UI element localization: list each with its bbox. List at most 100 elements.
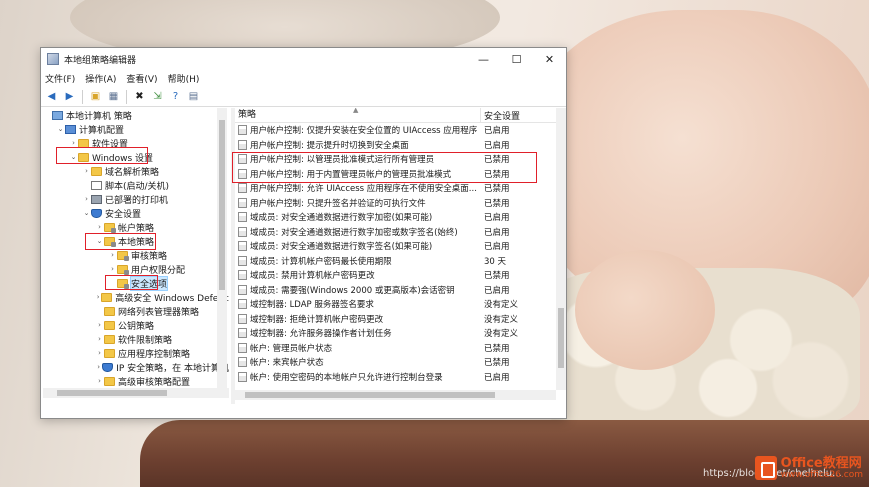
list-horizontal-scrollbar[interactable] <box>235 390 556 400</box>
tree-item[interactable]: › 软件限制策略 <box>43 332 229 346</box>
table-row[interactable]: 用户帐户控制: 允许 UIAccess 应用程序在不使用安全桌面... 已禁用 <box>235 181 566 196</box>
maximize-button[interactable]: ☐ <box>500 48 533 70</box>
chevron-right-icon[interactable]: › <box>95 363 102 371</box>
table-row[interactable]: 域控制器: LDAP 服务器签名要求 没有定义 <box>235 297 566 312</box>
export-icon[interactable]: ⇲ <box>150 89 165 104</box>
tree-item[interactable]: › 高级安全 Windows Defenc <box>43 290 229 304</box>
tree-item[interactable]: › 审核策略 <box>43 248 229 262</box>
policy-setting-icon <box>238 183 247 194</box>
minimize-button[interactable]: — <box>467 48 500 70</box>
table-row[interactable]: 用户帐户控制: 提示提升时切换到安全桌面 已启用 <box>235 138 566 153</box>
table-row[interactable]: 域成员: 对安全通道数据进行数字签名(如果可能) 已启用 <box>235 239 566 254</box>
policy-name: 域成员: 计算机帐户密码最长使用期限 <box>250 256 392 267</box>
table-row[interactable]: 用户帐户控制: 只提升签名并验证的可执行文件 已禁用 <box>235 196 566 211</box>
chevron-right-icon[interactable]: › <box>95 335 104 343</box>
menu-action[interactable]: 操作(A) <box>85 72 116 85</box>
menu-help[interactable]: 帮助(H) <box>168 72 200 85</box>
tree-item[interactable]: 脚本(启动/关机) <box>43 178 229 192</box>
tree-item[interactable]: ⌄ 本地策略 <box>43 234 229 248</box>
tree-item[interactable]: › 域名解析策略 <box>43 164 229 178</box>
table-row[interactable]: 域控制器: 拒绝计算机帐户密码更改 没有定义 <box>235 312 566 327</box>
show-hide-tree-icon[interactable]: ▦ <box>106 89 121 104</box>
chevron-right-icon[interactable]: › <box>95 377 104 385</box>
table-row[interactable]: 帐户: 管理员帐户状态 已禁用 <box>235 341 566 356</box>
chevron-down-icon[interactable]: ⌄ <box>95 237 104 245</box>
chevron-right-icon[interactable]: › <box>95 349 104 357</box>
policy-setting-icon <box>238 342 247 353</box>
policy-name: 用户帐户控制: 提示提升时切换到安全桌面 <box>250 140 409 151</box>
security-setting-value: 已启用 <box>484 126 510 137</box>
menu-view[interactable]: 查看(V) <box>126 72 157 85</box>
table-row[interactable]: 帐户: 使用空密码的本地帐户只允许进行控制台登录 已启用 <box>235 370 566 385</box>
security-setting-value: 已禁用 <box>484 155 510 166</box>
chevron-right-icon[interactable]: › <box>108 265 117 273</box>
tree-item[interactable]: › 已部署的打印机 <box>43 192 229 206</box>
tree-item[interactable]: › 高级审核策略配置 <box>43 374 229 388</box>
chevron-right-icon[interactable]: › <box>82 195 91 203</box>
chevron-down-icon[interactable]: ⌄ <box>82 209 91 217</box>
tree-item[interactable]: 安全选项 <box>43 275 229 291</box>
table-row[interactable]: 域成员: 对安全通道数据进行数字加密或数字签名(始终) 已启用 <box>235 225 566 240</box>
folder-icon <box>104 334 115 344</box>
table-row[interactable]: 域成员: 计算机帐户密码最长使用期限 30 天 <box>235 254 566 269</box>
chevron-right-icon[interactable]: › <box>82 167 91 175</box>
table-row[interactable]: 用户帐户控制: 用于内置管理员帐户的管理员批准模式 已禁用 <box>235 167 566 182</box>
tree-item-label: 用户权限分配 <box>131 265 186 276</box>
list-vertical-scroll-thumb[interactable] <box>558 308 564 368</box>
properties-icon[interactable]: ▤ <box>186 89 201 104</box>
tree-item-label: Windows 设置 <box>92 153 154 164</box>
tree-item[interactable]: › 软件设置 <box>43 136 229 150</box>
chevron-right-icon[interactable]: › <box>95 321 104 329</box>
menu-file[interactable]: 文件(F) <box>45 72 75 85</box>
back-icon[interactable]: ◀ <box>44 89 59 104</box>
policy-name-cell: 帐户: 使用空密码的本地帐户只允许进行控制台登录 <box>235 371 481 383</box>
tree-item[interactable]: › 应用程序控制策略 <box>43 346 229 360</box>
column-header-setting[interactable]: 安全设置 <box>481 109 520 122</box>
tree-vertical-scrollbar[interactable] <box>217 108 227 388</box>
tree-item[interactable]: 网络列表管理器策略 <box>43 304 229 318</box>
tree-item[interactable]: › 帐户策略 <box>43 220 229 234</box>
tree-horizontal-scrollbar[interactable] <box>43 388 229 398</box>
table-row[interactable]: 域成员: 需要强(Windows 2000 或更高版本)会话密钥 已启用 <box>235 283 566 298</box>
chevron-down-icon[interactable]: ⌄ <box>69 153 78 161</box>
tree-item[interactable]: 本地计算机 策略 <box>43 108 229 122</box>
tree-item[interactable]: › 用户权限分配 <box>43 262 229 276</box>
policy-setting-icon <box>238 255 247 266</box>
policy-name-cell: 用户帐户控制: 提示提升时切换到安全桌面 <box>235 139 481 151</box>
security-setting-value: 已启用 <box>484 242 510 253</box>
tree-item[interactable]: › IP 安全策略，在 本地计算机 <box>43 360 229 374</box>
list-vertical-scrollbar[interactable] <box>556 108 566 390</box>
table-row[interactable]: 用户帐户控制: 以管理员批准模式运行所有管理员 已禁用 <box>235 152 566 167</box>
table-row[interactable]: 域控制器: 允许服务器操作者计划任务 没有定义 <box>235 326 566 341</box>
gpedit-window: 本地组策略编辑器 — ☐ ✕ 文件(F) 操作(A) 查看(V) 帮助(H) ◀… <box>40 47 567 419</box>
table-row[interactable]: 用户帐户控制: 仅提升安装在安全位置的 UIAccess 应用程序 已启用 <box>235 123 566 138</box>
tree-horizontal-scroll-thumb[interactable] <box>57 390 167 396</box>
background-baby-foot <box>575 250 715 370</box>
folder-icon <box>78 152 89 162</box>
chevron-right-icon[interactable]: › <box>108 251 117 259</box>
table-row[interactable]: 域成员: 对安全通道数据进行数字加密(如果可能) 已启用 <box>235 210 566 225</box>
list-horizontal-scroll-thumb[interactable] <box>245 392 495 398</box>
forward-icon[interactable]: ▶ <box>62 89 77 104</box>
up-folder-icon[interactable]: ▣ <box>88 89 103 104</box>
tree-vertical-scroll-thumb[interactable] <box>219 120 225 290</box>
security-setting-value: 已禁用 <box>484 358 510 369</box>
close-button[interactable]: ✕ <box>533 48 566 70</box>
delete-icon[interactable]: ✖ <box>132 89 147 104</box>
table-row[interactable]: 域成员: 禁用计算机帐户密码更改 已禁用 <box>235 268 566 283</box>
tree-item[interactable]: ⌄ 计算机配置 <box>43 122 229 136</box>
title-bar[interactable]: 本地组策略编辑器 — ☐ ✕ <box>41 48 566 70</box>
tree-item[interactable]: ⌄ 安全设置 <box>43 206 229 220</box>
chevron-right-icon[interactable]: › <box>95 223 104 231</box>
chevron-right-icon[interactable]: › <box>69 139 78 147</box>
tree-item[interactable]: › 公钥策略 <box>43 318 229 332</box>
help-icon[interactable]: ? <box>168 89 183 104</box>
policy-name-cell: 域成员: 禁用计算机帐户密码更改 <box>235 269 481 281</box>
policy-name: 域成员: 对安全通道数据进行数字签名(如果可能) <box>250 242 433 253</box>
table-row[interactable]: 帐户: 来宾帐户状态 已禁用 <box>235 355 566 370</box>
folder-lock-icon <box>117 250 129 261</box>
policy-name-cell: 域成员: 对安全通道数据进行数字加密或数字签名(始终) <box>235 226 481 238</box>
policy-name-cell: 用户帐户控制: 用于内置管理员帐户的管理员批准模式 <box>235 168 481 180</box>
tree-item[interactable]: ⌄ Windows 设置 <box>43 150 229 164</box>
chevron-down-icon[interactable]: ⌄ <box>56 125 65 133</box>
